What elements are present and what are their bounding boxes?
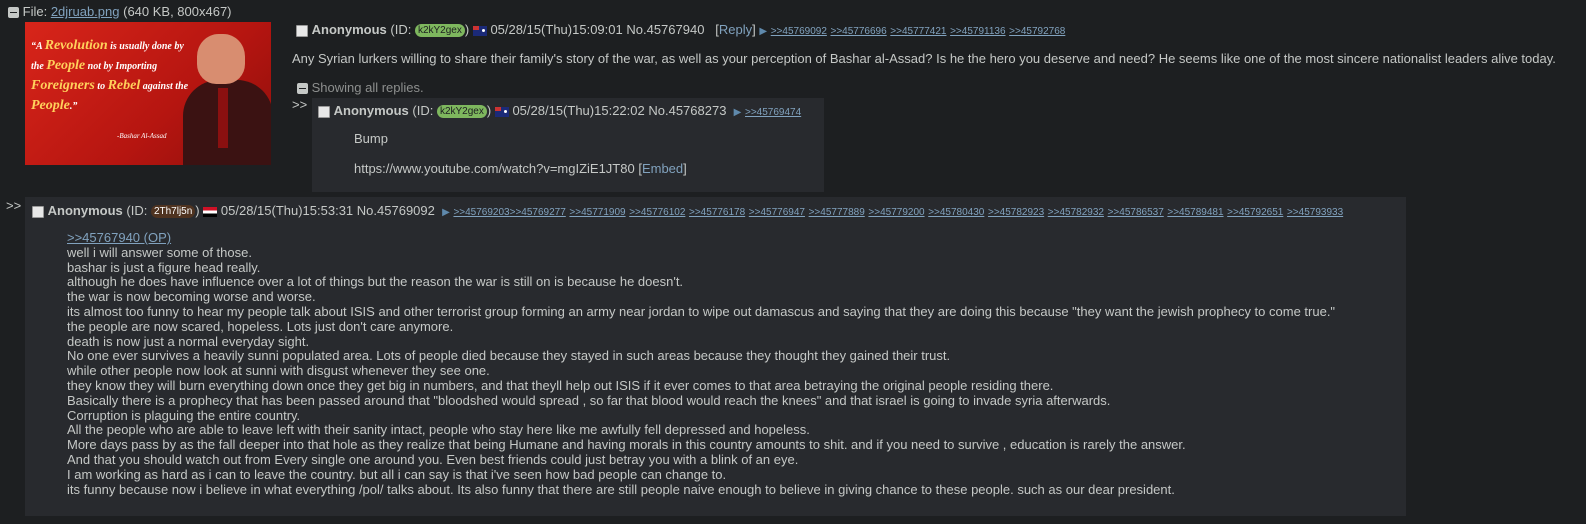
reply-poster-id[interactable]: 2Th7lj5n xyxy=(150,205,196,219)
reply-line: I am working as hard as i can to leave t… xyxy=(67,466,727,482)
australia-flag-icon xyxy=(494,106,509,117)
op-text: Any Syrian lurkers willing to share thei… xyxy=(292,51,1556,66)
file-meta: (640 KB, 800x467) xyxy=(123,4,232,19)
reply-arrows: >> xyxy=(6,198,22,213)
reply-text-line: Bump xyxy=(354,131,388,146)
post-menu-icon[interactable]: ▶ xyxy=(759,26,767,37)
backlink[interactable]: >>45792651 xyxy=(1227,207,1283,218)
backlink[interactable]: >>45779200 xyxy=(868,207,924,218)
reply-datetime: 05/28/15(Thu)15:53:31 xyxy=(220,203,354,218)
op-image[interactable]: “A Revolution is usually done by the Peo… xyxy=(25,22,271,165)
backlink[interactable]: >>45769474 xyxy=(745,107,801,118)
reply-poster-id[interactable]: k2kY2gex xyxy=(436,105,487,119)
op-quote-link[interactable]: >>45767940 (OP) xyxy=(67,230,171,245)
collapse-replies-icon[interactable] xyxy=(297,83,308,95)
backlink[interactable]: >>45782932 xyxy=(1048,207,1104,218)
australia-flag-icon xyxy=(472,25,487,36)
backlink[interactable]: >>45782923 xyxy=(988,207,1044,218)
backlink[interactable]: >>45776178 xyxy=(689,207,745,218)
reply-arrows: >> xyxy=(292,97,308,112)
op-header: Anonymous (ID: k2kY2gex) 05/28/15(Thu)15… xyxy=(296,22,1065,38)
file-link[interactable]: 2djruab.png xyxy=(51,4,120,19)
reply-checkbox[interactable] xyxy=(32,205,44,218)
hide-thread-icon[interactable] xyxy=(8,7,19,19)
reply-line: No one ever survives a heavily sunni pop… xyxy=(67,348,951,364)
reply-line: And that you should watch out from Every… xyxy=(67,451,799,467)
file-label: File: xyxy=(22,4,48,19)
reply-checkbox[interactable] xyxy=(318,105,330,118)
backlink[interactable]: >>45776696 xyxy=(831,26,887,37)
reply-header: Anonymous (ID: k2kY2gex) 05/28/15(Thu)15… xyxy=(318,103,801,119)
reply-line: Basically there is a prophecy that has b… xyxy=(67,392,1111,408)
reply-header: Anonymous (ID: 2Th7lj5n) 05/28/15(Thu)15… xyxy=(32,203,1343,219)
backlink[interactable]: >>45769203 xyxy=(453,207,509,218)
backlink[interactable]: >>45769277 xyxy=(510,207,566,218)
reply-url-line: https://www.youtube.com/watch?v=mgIZiE1J… xyxy=(354,161,687,176)
reply-line: More days pass by as the fall deeper int… xyxy=(67,437,1186,453)
reply-post-45768273: Anonymous (ID: k2kY2gex) 05/28/15(Thu)15… xyxy=(312,98,824,192)
reply-line: the war is now becoming worse and worse. xyxy=(67,289,316,305)
reply-line: well i will answer some of those. xyxy=(67,244,252,260)
backlink[interactable]: >>45789481 xyxy=(1167,207,1223,218)
backlink[interactable]: >>45769092 xyxy=(771,26,827,37)
showing-replies: Showing all replies. xyxy=(297,80,424,95)
reply-line: its funny because now i believe in what … xyxy=(67,481,1175,497)
op-name: Anonymous xyxy=(311,22,387,37)
file-info: File: 2djruab.png (640 KB, 800x467) xyxy=(8,4,232,19)
backlink[interactable]: >>45776947 xyxy=(749,207,805,218)
reply-line: Corruption is plaguing the entire countr… xyxy=(67,407,301,423)
reply-datetime: 05/28/15(Thu)15:22:02 xyxy=(512,103,645,118)
reply-line: the people are now scared, hopeless. Lot… xyxy=(67,318,454,334)
backlink[interactable]: >>45791136 xyxy=(950,26,1005,37)
backlink[interactable]: >>45793933 xyxy=(1287,207,1343,218)
op-post-number[interactable]: No.45767940 xyxy=(626,22,704,37)
syria-flag-icon xyxy=(203,206,218,217)
reply-post-number[interactable]: No.45769092 xyxy=(357,203,435,218)
backlink[interactable]: >>45777421 xyxy=(890,26,946,37)
reply-name: Anonymous xyxy=(47,203,123,218)
backlink[interactable]: >>45777889 xyxy=(809,207,865,218)
reply-line: bashar is just a figure head really. xyxy=(67,259,261,275)
reply-line: its almost too funny to hear my people t… xyxy=(67,303,1336,319)
post-menu-icon[interactable]: ▶ xyxy=(442,207,450,218)
reply-post-45769092: Anonymous (ID: 2Th7lj5n) 05/28/15(Thu)15… xyxy=(25,197,1406,516)
reply-line: while other people now look at sunni wit… xyxy=(67,363,490,379)
reply-line: death is now just a normal everyday sigh… xyxy=(67,333,310,349)
youtube-url: https://www.youtube.com/watch?v=mgIZiE1J… xyxy=(354,161,635,176)
reply-post-number[interactable]: No.45768273 xyxy=(648,103,726,118)
backlink[interactable]: >>45771909 xyxy=(569,207,625,218)
reply-line: they know they will burn everything down… xyxy=(67,377,1054,393)
op-datetime: 05/28/15(Thu)15:09:01 xyxy=(490,22,623,37)
reply-line: although he does have influence over a l… xyxy=(67,274,684,290)
op-checkbox[interactable] xyxy=(296,24,308,37)
image-signature: -Bashar Al-Assad xyxy=(117,132,167,140)
reply-link[interactable]: Reply xyxy=(719,22,752,37)
reply-body: >>45767940 (OP) well i will answer some … xyxy=(67,230,1336,497)
embed-link[interactable]: Embed xyxy=(642,161,683,176)
op-poster-id[interactable]: k2kY2gex xyxy=(414,24,465,38)
backlink[interactable]: >>45792768 xyxy=(1009,26,1065,37)
backlink[interactable]: >>45780430 xyxy=(928,207,984,218)
post-menu-icon[interactable]: ▶ xyxy=(734,107,742,118)
backlink[interactable]: >>45786537 xyxy=(1108,207,1164,218)
backlink[interactable]: >>45776102 xyxy=(629,207,685,218)
reply-line: All the people who are able to leave lef… xyxy=(67,422,810,438)
image-quote: “A Revolution is usually done by the Peo… xyxy=(31,38,189,113)
reply-name: Anonymous xyxy=(333,103,409,118)
